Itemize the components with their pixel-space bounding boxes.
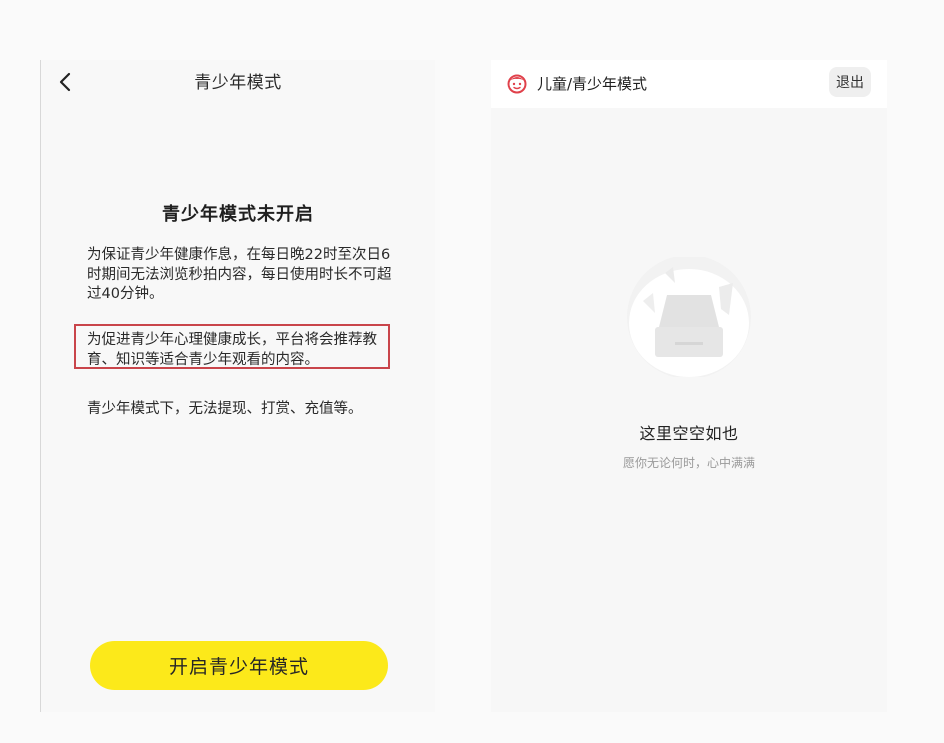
empty-state-subtitle: 愿你无论何时，心中满满: [622, 456, 755, 470]
empty-box-icon: [623, 255, 755, 379]
enable-teen-mode-button[interactable]: 开启青少年模式: [90, 641, 388, 690]
rule-paragraph-rest-hours: 为保证青少年健康作息，在每日晚22时至次日6时期间无法浏览秒拍内容，每日使用时长…: [87, 247, 392, 302]
kids-mode-title: 儿童/青少年模式: [537, 75, 648, 93]
teen-mode-status-heading: 青少年模式未开启: [162, 204, 314, 225]
kids-mode-header: 儿童/青少年模式 退出: [491, 60, 887, 108]
exit-button[interactable]: 退出: [829, 67, 871, 97]
screenshot-canvas: 青少年模式 青少年模式未开启 为保证青少年健康作息，在每日晚22时至次日6时期间…: [0, 0, 944, 743]
teen-mode-settings-screen: 青少年模式 青少年模式未开启 为保证青少年健康作息，在每日晚22时至次日6时期间…: [40, 60, 435, 712]
rule-paragraph-content-recommendation: 为促进青少年心理健康成长，平台将会推荐教育、知识等适合青少年观看的内容。: [87, 332, 377, 368]
kids-mode-screen: 儿童/青少年模式 退出 这里空空如也 愿你无论何时，心中满满: [491, 60, 887, 712]
page-title: 青少年模式: [194, 73, 282, 93]
kid-face-icon: [506, 72, 528, 94]
rule-paragraph-payment-restriction: 青少年模式下，无法提现、打赏、充值等。: [87, 401, 363, 417]
empty-state-title: 这里空空如也: [639, 424, 739, 443]
